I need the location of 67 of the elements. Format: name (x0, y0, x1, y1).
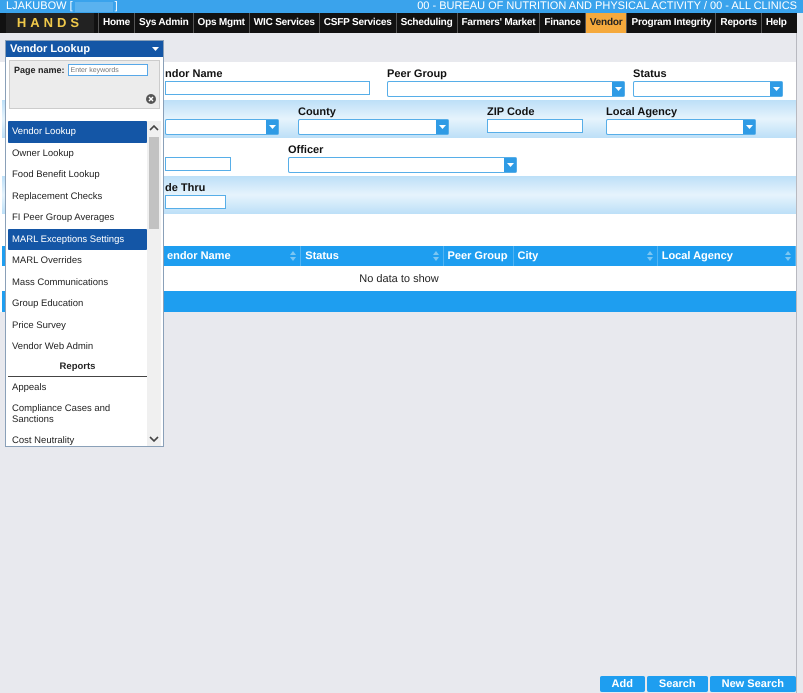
dropdown-caret-icon (266, 120, 278, 134)
nav-tab[interactable]: Reports (715, 13, 761, 33)
text-field[interactable] (165, 195, 226, 209)
menu-item[interactable]: MARL Overrides (8, 250, 147, 272)
menu-item[interactable]: Vendor Web Admin (8, 336, 147, 358)
text-field[interactable] (487, 119, 583, 133)
nav-tab[interactable]: Sys Admin (134, 13, 192, 33)
nav-tab[interactable]: CSFP Services (318, 13, 396, 33)
clear-icon[interactable] (146, 94, 156, 104)
scrollbar[interactable] (147, 121, 161, 446)
menu-header[interactable]: Vendor Lookup (6, 41, 163, 57)
nav-tab[interactable]: Help (760, 13, 791, 33)
menu-item[interactable]: Vendor Lookup (8, 121, 147, 142)
nav-tab[interactable]: WIC Services (248, 13, 319, 33)
sort-icon (785, 251, 791, 261)
logo: HANDS (6, 13, 94, 33)
search-label: Page name: (14, 65, 65, 75)
nav-tab[interactable]: Farmers' Market (456, 13, 540, 33)
menu-item[interactable]: MARL Exceptions Settings (8, 228, 147, 250)
scrollbar-thumb[interactable] (149, 137, 159, 229)
sort-icon (290, 251, 296, 261)
scroll-up-icon (149, 124, 159, 131)
bracket-text: ] (114, 0, 118, 13)
empty-message: No data to show (359, 272, 439, 284)
menu-item[interactable]: Cost Neutrality (8, 430, 147, 446)
caret-icon (152, 47, 159, 51)
sort-icon (432, 251, 439, 261)
text-field[interactable] (165, 81, 370, 95)
nav-tab[interactable]: Program Integrity (626, 13, 716, 33)
menu-item[interactable]: Compliance Cases and Sanctions (8, 398, 147, 430)
menu-item[interactable]: Group Education (8, 293, 147, 314)
menu-item[interactable]: Food Benefit Lookup (8, 164, 147, 186)
menu-item[interactable]: Replacement Checks (8, 186, 147, 207)
dropdown-caret-icon (436, 120, 448, 134)
field-label: County (298, 106, 337, 119)
text-field[interactable] (165, 157, 231, 171)
dropdown-caret-icon (770, 82, 782, 96)
dropdown-field[interactable] (288, 157, 517, 173)
dropdown-field[interactable] (387, 81, 625, 97)
menu-item[interactable]: Owner Lookup (8, 142, 147, 164)
menu-item[interactable]: Mass Communications (8, 272, 147, 293)
dropdown-caret-icon (612, 82, 624, 96)
nav-tab[interactable]: Scheduling (396, 13, 456, 33)
field-label: Peer Group (387, 68, 448, 81)
field-label: ndor Name (165, 68, 224, 81)
dropdown-caret-icon (504, 158, 516, 172)
field-label: Status (633, 68, 668, 81)
menu-item[interactable]: FI Peer Group Averages (8, 207, 147, 228)
menu-item[interactable]: Appeals (8, 376, 147, 398)
organization-text: 00 - BUREAU OF NUTRITION AND PHYSICAL ACTIVITY / 00 - ALL CLINICS (417, 0, 797, 13)
user-name: LJAKUBOW [ (6, 0, 73, 13)
dropdown-field[interactable] (606, 119, 756, 135)
dropdown-field[interactable] (633, 81, 783, 97)
menu-item[interactable]: Price Survey (8, 314, 147, 336)
dropdown-field[interactable] (165, 119, 279, 135)
nav-tab[interactable]: Vendor (584, 13, 626, 33)
sort-icon (646, 251, 653, 261)
dropdown-caret-icon (743, 120, 755, 134)
scroll-down-icon (149, 436, 159, 443)
redacted-block (74, 2, 113, 12)
dropdown-field[interactable] (298, 119, 449, 135)
field-label: ZIP Code (487, 106, 536, 119)
nav-tab[interactable]: Home (98, 13, 134, 33)
nav-tab[interactable]: Ops Mgmt (192, 13, 249, 33)
field-label: de Thru (165, 182, 206, 195)
field-label: Officer (288, 144, 324, 157)
field-label: Local Agency (606, 106, 678, 119)
